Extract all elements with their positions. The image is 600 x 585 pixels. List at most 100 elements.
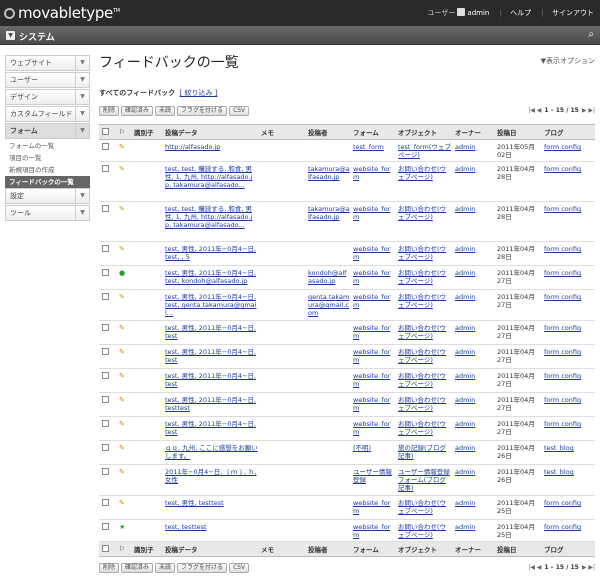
cell-object-link[interactable]: お問い合わせ(ウェブページ) xyxy=(398,205,446,221)
cell-blog-link[interactable]: form config xyxy=(544,324,581,332)
col-form[interactable]: フォーム xyxy=(350,124,395,140)
cell-object-link[interactable]: お問い合わせ(ウェブページ) xyxy=(398,420,446,436)
cell-owner-link[interactable]: admin xyxy=(455,205,475,213)
cell-data-link[interactable]: test, 男性, 2011年−0月4−日, test, kondoh@alfa… xyxy=(165,269,256,285)
cell-data-link[interactable]: test, 男性, 2011年−0月4−日, test xyxy=(165,420,256,436)
table-row[interactable]: ✎ test, 男性, 2011年−0月4−日, test website_form… xyxy=(99,416,595,441)
col-identifier[interactable]: 識別子 xyxy=(131,124,162,140)
user-name-link[interactable]: admin xyxy=(467,9,489,17)
row-checkbox[interactable] xyxy=(102,499,109,506)
cell-object-link[interactable]: ユーザー情報登録フォーム(ブログ記事) xyxy=(398,468,450,492)
cell-object-link[interactable]: お問い合わせ(ウェブページ) xyxy=(398,165,446,181)
chevron-down-icon[interactable]: ▼ xyxy=(6,31,15,40)
table-row[interactable]: ● test, 男性, 2011年−0月4−日, test, kondoh@alf… xyxy=(99,265,595,290)
chevron-down-icon[interactable]: ▼ xyxy=(75,90,89,104)
cell-blog-link[interactable]: form config xyxy=(544,499,581,507)
cell-data-link[interactable]: test, 男性, 2011年−0月4−日, test xyxy=(165,348,256,364)
cell-object-link[interactable]: お問い合わせ(ウェブページ) xyxy=(398,348,446,364)
help-link[interactable]: ヘルプ xyxy=(510,9,531,17)
table-row[interactable]: ✎ http://alfasado.jp test_form test_form(ウェ… xyxy=(99,139,595,162)
cell-owner-link[interactable]: admin xyxy=(455,165,475,173)
cell-form-link[interactable]: website_form xyxy=(353,420,390,436)
first-page-icon[interactable]: |◀ xyxy=(528,107,535,114)
pencil-icon[interactable]: ✎ xyxy=(119,324,125,332)
cell-blog-link[interactable]: test_blog xyxy=(544,444,574,452)
first-page-icon[interactable]: |◀ xyxy=(528,564,535,571)
col-data[interactable]: 投稿データ xyxy=(162,541,258,557)
cell-data-link[interactable]: test, 男性, testtest xyxy=(165,499,224,507)
row-checkbox[interactable] xyxy=(102,269,109,276)
delete-button[interactable]: 削除 xyxy=(99,563,120,573)
cell-author-link[interactable]: takamura@alfasado.jp xyxy=(308,165,350,181)
signout-link[interactable]: サインアウト xyxy=(552,9,594,17)
cell-object-link[interactable]: お問い合わせ(ウェブページ) xyxy=(398,523,446,539)
prev-page-icon[interactable]: ◀ xyxy=(535,107,542,114)
sidebar-subitem-form-list[interactable]: フォームの一覧 xyxy=(5,140,90,152)
chevron-down-icon[interactable]: ▼ xyxy=(75,73,89,87)
col-author[interactable]: 投稿者 xyxy=(305,541,350,557)
cell-owner-link[interactable]: admin xyxy=(455,468,475,476)
col-object[interactable]: オブジェクト xyxy=(395,541,452,557)
row-checkbox[interactable] xyxy=(102,245,109,252)
csv-button[interactable]: CSV xyxy=(229,106,250,116)
star-icon[interactable]: ★ xyxy=(119,523,125,531)
cell-data-link[interactable]: test, 男性, 2011年−0月4−日, test xyxy=(165,324,256,340)
table-row[interactable]: ✎ test, 男性, 2011年−0月4−日, test, , 5 website… xyxy=(99,241,595,266)
cell-form-link[interactable]: website_form xyxy=(353,269,390,285)
cell-blog-link[interactable]: form config xyxy=(544,165,581,173)
flag-button[interactable]: フラグを付ける xyxy=(177,563,228,573)
cell-owner-link[interactable]: admin xyxy=(455,269,475,277)
pencil-icon[interactable]: ✎ xyxy=(119,468,125,476)
col-form[interactable]: フォーム xyxy=(350,541,395,557)
display-options-link[interactable]: ▼表示オプション xyxy=(541,56,595,66)
row-checkbox[interactable] xyxy=(102,143,109,150)
chevron-down-icon[interactable]: ▼ xyxy=(75,107,89,121)
chevron-down-icon[interactable]: ▼ xyxy=(75,189,89,203)
cell-author-link[interactable]: takamura@alfasado.jp xyxy=(308,205,350,221)
pencil-icon[interactable]: ✎ xyxy=(119,499,125,507)
cell-blog-link[interactable]: form config xyxy=(544,269,581,277)
cell-object-link[interactable]: お問い合わせ(ウェブページ) xyxy=(398,269,446,285)
cell-data-link[interactable]: test, test, 購読する, 和食, 男性, 1, 九州, http://… xyxy=(165,205,252,229)
cell-owner-link[interactable]: admin xyxy=(455,420,475,428)
check-icon[interactable]: ● xyxy=(119,269,125,277)
sidebar-item-website[interactable]: ウェブサイト ▼ xyxy=(5,55,90,71)
sidebar-subitem-field-list[interactable]: 項目の一覧 xyxy=(5,152,90,164)
col-memo[interactable]: メモ xyxy=(258,124,305,140)
cell-form-link[interactable]: (不明) xyxy=(353,444,371,452)
sidebar-item-tools[interactable]: ツール ▼ xyxy=(5,205,90,221)
chevron-down-icon[interactable]: ▼ xyxy=(75,56,89,70)
system-title[interactable]: システム xyxy=(19,30,55,43)
row-checkbox[interactable] xyxy=(102,523,109,530)
sidebar-item-customfield[interactable]: カスタムフィールド ▼ xyxy=(5,106,90,122)
cell-form-link[interactable]: website_form xyxy=(353,396,390,412)
col-owner[interactable]: オーナー xyxy=(452,541,494,557)
cell-object-link[interactable]: お問い合わせ(ウェブページ) xyxy=(398,372,446,388)
cell-blog-link[interactable]: form config xyxy=(544,523,581,531)
cell-author-link[interactable]: genta.takamura@gmail.com xyxy=(308,293,349,317)
cell-owner-link[interactable]: admin xyxy=(455,499,475,507)
pencil-icon[interactable]: ✎ xyxy=(119,205,125,213)
pencil-icon[interactable]: ✎ xyxy=(119,420,125,428)
col-blog[interactable]: ブログ xyxy=(541,541,595,557)
row-checkbox[interactable] xyxy=(102,348,109,355)
row-checkbox[interactable] xyxy=(102,420,109,427)
last-page-icon[interactable]: ▶| xyxy=(588,107,595,114)
unread-button[interactable]: 未読 xyxy=(155,563,176,573)
cell-blog-link[interactable]: test_blog xyxy=(544,468,574,476)
chevron-down-icon[interactable]: ▼ xyxy=(75,206,89,220)
cell-data-link[interactable]: test, 男性, 2011年−0月4−日, test, , 5 xyxy=(165,245,256,261)
flag-button[interactable]: フラグを付ける xyxy=(177,106,228,116)
sidebar-item-users[interactable]: ユーザー ▼ xyxy=(5,72,90,88)
pencil-icon[interactable]: ✎ xyxy=(119,396,125,404)
col-memo[interactable]: メモ xyxy=(258,541,305,557)
confirm-button[interactable]: 確認済み xyxy=(121,106,154,116)
sidebar-item-form[interactable]: フォーム ▼ xyxy=(5,123,90,139)
cell-data-link[interactable]: 2011年−0月4−日, ｊｍｊ, ｈ, 女性 xyxy=(165,468,257,484)
col-author[interactable]: 投稿者 xyxy=(305,124,350,140)
pencil-icon[interactable]: ✎ xyxy=(119,372,125,380)
cell-object-link[interactable]: お問い合わせ(ウェブページ) xyxy=(398,396,446,412)
row-checkbox[interactable] xyxy=(102,372,109,379)
cell-form-link[interactable]: website_form xyxy=(353,245,390,261)
select-all-checkbox[interactable] xyxy=(102,544,109,552)
